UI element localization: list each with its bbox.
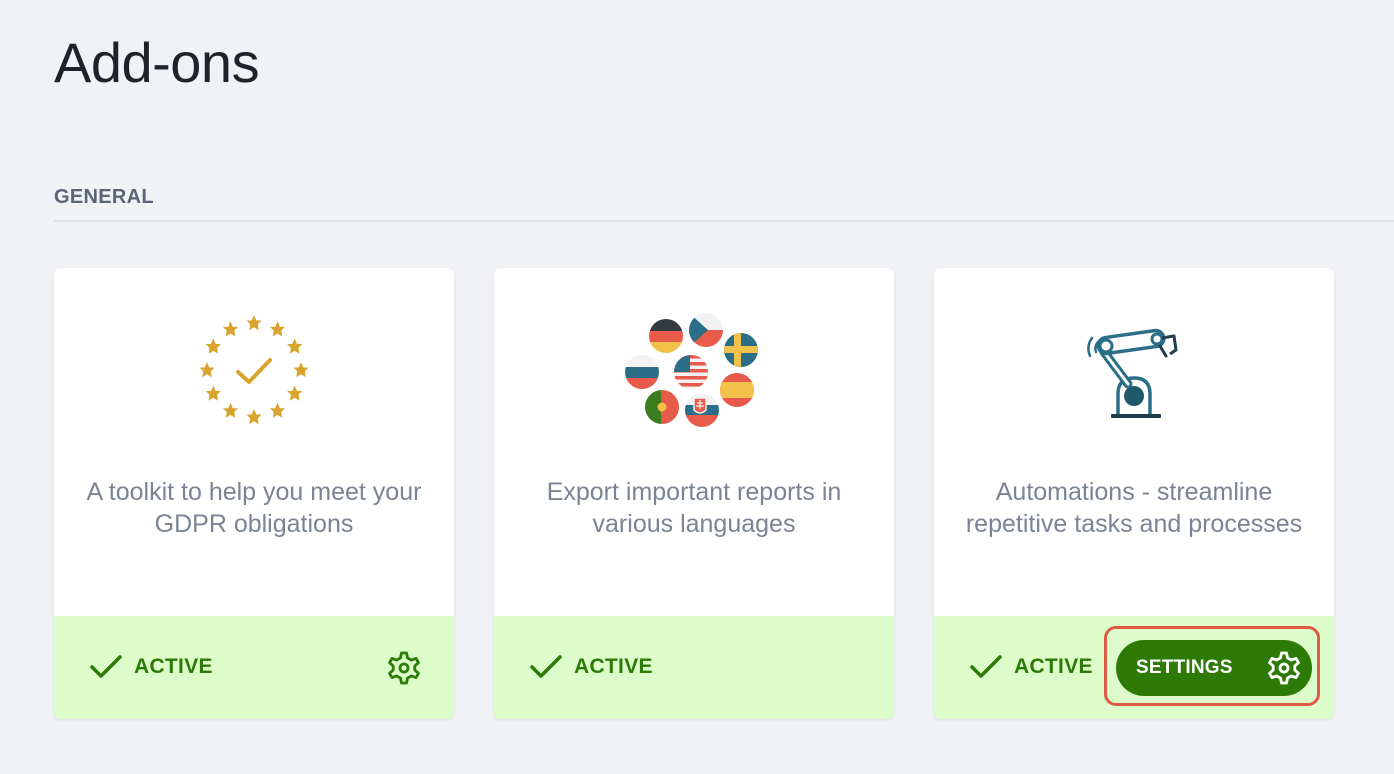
addon-art	[934, 310, 1334, 430]
addon-footer: ACTIVE	[494, 616, 894, 719]
addon-card-automations: Automations - streamline repetitive task…	[934, 268, 1334, 719]
gear-icon[interactable]	[386, 650, 422, 686]
settings-button-label: SETTINGS	[1136, 657, 1233, 678]
language-flags-icon	[625, 313, 758, 427]
check-icon	[90, 655, 122, 678]
addon-art	[54, 310, 454, 430]
check-icon	[970, 655, 1002, 678]
status-label: ACTIVE	[1014, 655, 1093, 678]
addon-description: Automations - streamline repetitive task…	[965, 478, 1303, 538]
eu-stars-check-icon	[199, 315, 309, 425]
addon-card-languages: Export important reports in various lang…	[494, 268, 894, 719]
addon-description: A toolkit to help you meet your GDPR obl…	[86, 478, 422, 538]
status-active: ACTIVE	[90, 652, 213, 682]
status-label: ACTIVE	[574, 655, 653, 678]
addon-card-gdpr: A toolkit to help you meet your GDPR obl…	[54, 268, 454, 719]
status-active: ACTIVE	[530, 652, 653, 682]
settings-button[interactable]: SETTINGS	[1116, 640, 1312, 696]
status-label: ACTIVE	[134, 655, 213, 678]
addon-description: Export important reports in various lang…	[546, 478, 842, 538]
page-title: Add-ons	[54, 31, 260, 94]
addon-art	[494, 310, 894, 430]
addon-footer: ACTIVE	[54, 616, 454, 719]
addon-footer: ACTIVE SETTINGS	[934, 616, 1334, 719]
gear-icon	[1268, 651, 1300, 685]
status-active: ACTIVE	[970, 652, 1093, 682]
section-divider	[54, 220, 1394, 222]
check-icon	[530, 655, 562, 678]
section-heading-general: GENERAL	[54, 186, 154, 208]
robot-arm-icon	[1087, 328, 1178, 418]
